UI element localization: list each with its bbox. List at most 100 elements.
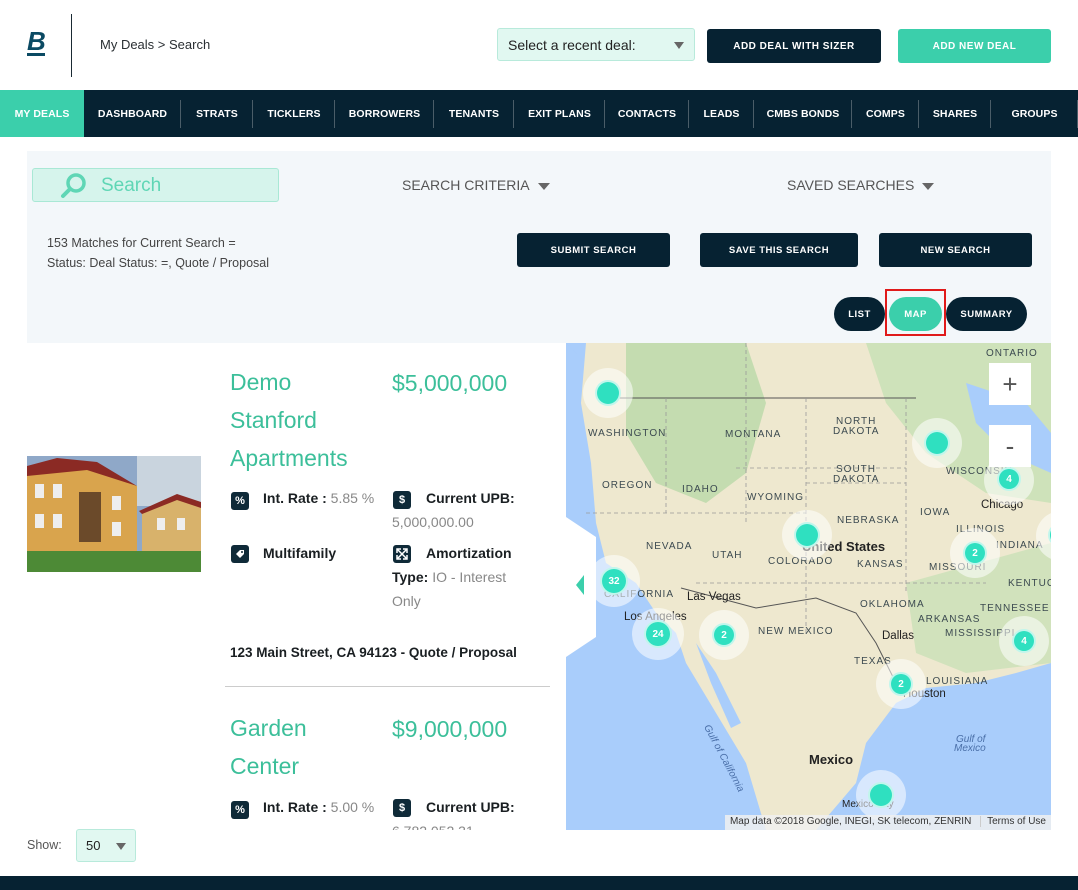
deal-title[interactable]: Garden Center: [230, 709, 307, 785]
caret-down-icon: [674, 42, 684, 49]
map-label-wyoming: WYOMING: [747, 492, 804, 503]
map-label-nebraska: NEBRASKA: [837, 515, 900, 526]
property-type: Multifamily: [263, 545, 337, 561]
nav-strats[interactable]: STRATS: [181, 90, 253, 137]
saved-searches-dropdown[interactable]: SAVED SEARCHES: [787, 177, 935, 193]
page-size-value: 50: [86, 838, 101, 853]
map-country-mexico: Mexico: [809, 752, 854, 767]
map-zoom-in-button[interactable]: +: [989, 363, 1031, 405]
nav-exit-plans[interactable]: EXIT PLANS: [514, 90, 605, 137]
recent-deal-select[interactable]: Select a recent deal:: [497, 28, 695, 61]
view-list-button[interactable]: LIST: [834, 297, 885, 331]
deal-title-line: Apartments: [230, 445, 348, 471]
map-label-montana: MONTANA: [725, 429, 782, 440]
caret-down-icon: [922, 182, 935, 190]
add-deal-with-sizer-button[interactable]: ADD DEAL WITH SIZER: [707, 29, 881, 63]
map-label-ontario: ONTARIO: [986, 348, 1038, 359]
deal-address: 123 Main Street, CA 94123 - Quote / Prop…: [230, 645, 517, 660]
deal-list[interactable]: Demo Stanford Apartments $5,000,000 % In…: [0, 343, 566, 830]
map-label-new-mexico: NEW MEXICO: [758, 626, 834, 637]
logo[interactable]: B: [27, 28, 46, 54]
deal-price: $5,000,000: [392, 370, 508, 396]
nav-shares[interactable]: SHARES: [919, 90, 991, 137]
map-cluster-alabama[interactable]: 4: [1012, 629, 1036, 653]
caret-down-icon: [537, 182, 550, 190]
map-attribution-text: Map data ©2018 Google, INEGI, SK telecom…: [729, 816, 972, 827]
recent-deal-select-label: Select a recent deal:: [508, 37, 636, 53]
nav-ticklers[interactable]: TICKLERS: [253, 90, 335, 137]
nav-groups[interactable]: GROUPS: [991, 90, 1078, 137]
current-upb-label: Current UPB:: [426, 799, 515, 815]
page-size-select[interactable]: 50: [76, 829, 136, 862]
nav-label: COMPS: [865, 107, 905, 120]
search-criteria-dropdown[interactable]: SEARCH CRITERIA: [402, 177, 550, 193]
nav-borrowers[interactable]: BORROWERS: [335, 90, 434, 137]
nav-label: CONTACTS: [617, 107, 677, 120]
deal-title[interactable]: Demo Stanford Apartments: [230, 363, 348, 477]
deal-title-line: Stanford: [230, 407, 317, 433]
map-cluster-california[interactable]: 32: [600, 567, 628, 595]
deal-title-line: Garden: [230, 715, 307, 741]
main-nav: MY DEALS DASHBOARD STRATS TICKLERS BORRO…: [0, 90, 1078, 137]
map-cluster-washington[interactable]: [595, 380, 621, 406]
amortization-type: Type: IO - Interest: [392, 569, 507, 585]
terms-of-use-link[interactable]: Terms of Use: [980, 816, 1046, 827]
header-divider: [71, 14, 72, 77]
search-icon: [61, 173, 86, 198]
match-criteria: Status: Deal Status: =, Quote / Proposal: [47, 256, 269, 270]
building-image: [27, 456, 201, 572]
nav-label: TENANTS: [448, 107, 500, 120]
map-cluster-arizona[interactable]: 2: [712, 623, 736, 647]
map-cluster-minnesota[interactable]: [924, 430, 950, 456]
amortization-label: Amortization: [426, 545, 512, 561]
new-search-button[interactable]: NEW SEARCH: [879, 233, 1032, 267]
nav-label: GROUPS: [1011, 107, 1058, 120]
caret-down-icon: [116, 843, 126, 850]
nav-label: BORROWERS: [348, 107, 421, 120]
nav-cmbs-bonds[interactable]: CMBS BONDS: [754, 90, 852, 137]
nav-my-deals[interactable]: MY DEALS: [0, 90, 84, 137]
nav-label: EXIT PLANS: [528, 107, 591, 120]
nav-label: CMBS BONDS: [766, 107, 840, 120]
nav-dashboard[interactable]: DASHBOARD: [84, 90, 181, 137]
map-label-tennessee: TENNESSEE: [980, 603, 1050, 614]
map-cluster-michigan[interactable]: 4: [997, 467, 1021, 491]
map-label-north-dakota-2: DAKOTA: [833, 426, 880, 437]
map-label-louisiana: LOUISIANA: [926, 676, 989, 687]
search-input[interactable]: Search: [32, 168, 279, 202]
percent-icon: %: [231, 492, 249, 510]
map-label-arkansas: ARKANSAS: [918, 614, 981, 625]
map-label-idaho: IDAHO: [682, 484, 719, 495]
add-new-deal-button[interactable]: ADD NEW DEAL: [898, 29, 1051, 63]
match-count: 153 Matches for Current Search =: [47, 236, 236, 250]
tag-icon: [231, 545, 249, 563]
interest-rate-field: Int. Rate : 5.00 %: [263, 799, 375, 815]
property-photo[interactable]: [27, 456, 201, 572]
deal-divider: [225, 686, 550, 687]
map-label-nevada: NEVADA: [646, 541, 693, 552]
map-cluster-los-angeles[interactable]: 24: [644, 620, 672, 648]
show-label: Show:: [27, 838, 62, 852]
collapse-list-toggle[interactable]: [566, 517, 596, 657]
nav-tenants[interactable]: TENANTS: [434, 90, 514, 137]
nav-contacts[interactable]: CONTACTS: [605, 90, 689, 137]
nav-comps[interactable]: COMPS: [852, 90, 919, 137]
deal-title-line: Demo: [230, 369, 292, 395]
save-search-button[interactable]: SAVE THIS SEARCH: [700, 233, 858, 267]
map-cluster-mexico-city[interactable]: [868, 782, 894, 808]
dollar-icon: $: [393, 491, 411, 509]
map-cluster-houston[interactable]: 2: [889, 672, 913, 696]
map-label-utah: UTAH: [712, 550, 743, 561]
map-label-kansas: KANSAS: [857, 559, 904, 570]
map-zoom-out-button[interactable]: -: [989, 425, 1031, 467]
top-bar: B My Deals > Search Select a recent deal…: [0, 0, 1078, 90]
map-label-south-dakota-2: DAKOTA: [833, 474, 880, 485]
deal-title-line: Center: [230, 753, 300, 779]
map-cluster-missouri[interactable]: 2: [963, 541, 987, 565]
nav-leads[interactable]: LEADS: [689, 90, 754, 137]
view-summary-button[interactable]: SUMMARY: [946, 297, 1027, 331]
submit-search-button[interactable]: SUBMIT SEARCH: [517, 233, 670, 267]
amortization-type-cont: Only: [392, 593, 421, 609]
map-cluster-colorado[interactable]: [794, 522, 820, 548]
map-view[interactable]: ONTARIO WASHINGTON MONTANA NORTH DAKOTA …: [566, 343, 1051, 830]
